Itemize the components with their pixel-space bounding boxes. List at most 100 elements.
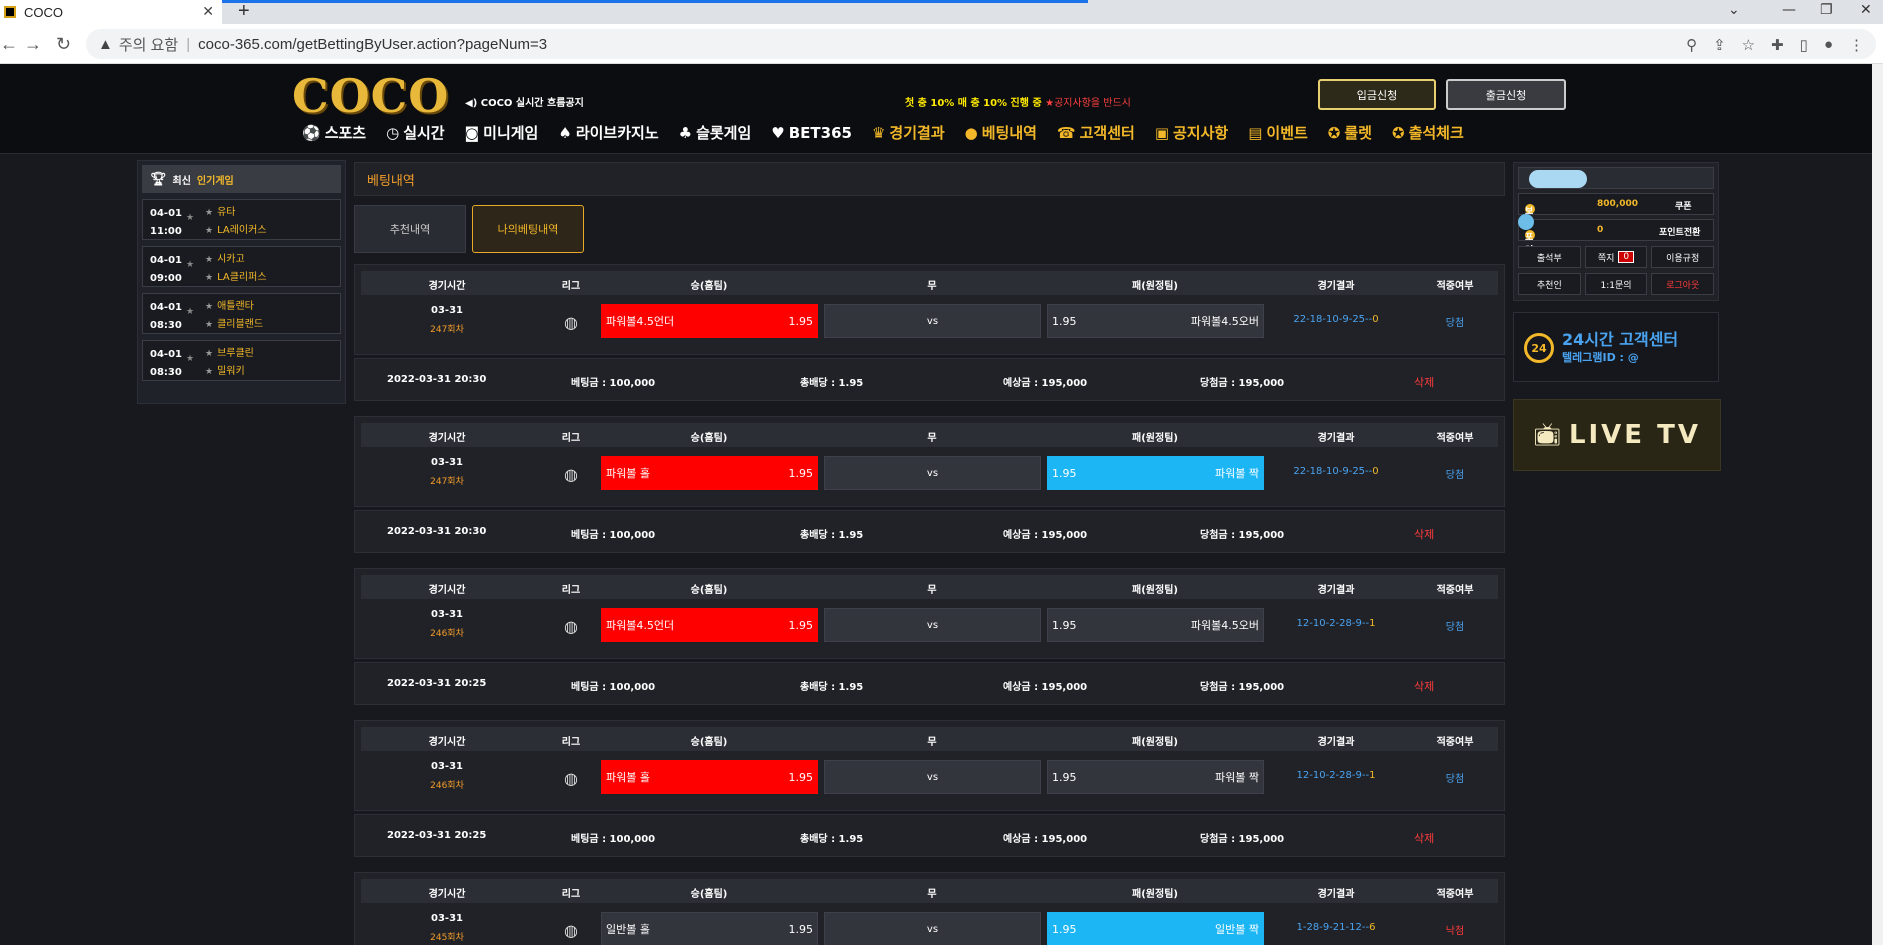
total-odds: 총배당 : 1.95	[800, 378, 864, 389]
expected-payout: 예상금 : 195,000	[1003, 682, 1088, 693]
game-round: 246회차	[430, 781, 464, 791]
restore-icon[interactable]: ❐	[1820, 2, 1833, 18]
away-pick-cell: 1.95 파워볼4.5오버	[1047, 304, 1264, 338]
tab-my-bets[interactable]: 나의베팅내역	[472, 205, 584, 253]
nav-item-6[interactable]: ♛ 경기결과	[872, 122, 945, 143]
money-value: 800,000	[1597, 199, 1638, 209]
nav-item-11[interactable]: ✪ 룰렛	[1328, 122, 1372, 143]
delete-button[interactable]: 삭제	[1414, 374, 1434, 390]
rules-button[interactable]: 이용규정	[1651, 246, 1715, 268]
bet-time: 2022-03-31 20:30	[387, 374, 487, 385]
customer-center-banner[interactable]: 24 24시간 고객센터 텔레그램ID : @	[1513, 312, 1719, 382]
point-convert-link[interactable]: 포인트전환	[1659, 225, 1700, 238]
nav-item-1[interactable]: ◷ 실시간	[386, 122, 445, 143]
status-badge: 낙첨	[1445, 926, 1465, 937]
menu-icon[interactable]: ⋮	[1849, 36, 1864, 54]
logout-button[interactable]: 로그아웃	[1651, 273, 1715, 295]
minimize-icon[interactable]: —	[1782, 2, 1796, 18]
popular-game-item[interactable]: 04-01 09:00 ★ ★ 시카고 ★ LA클리퍼스	[142, 246, 341, 287]
username-bar	[1518, 167, 1714, 189]
nav-label: 라이브카지노	[575, 124, 659, 142]
forward-icon[interactable]: →	[24, 34, 42, 55]
address-bar-row: ← → ↻ ▲ 주의 요함 | coco-365.com/getBettingB…	[0, 24, 1883, 64]
browser-tab[interactable]: COCO ✕	[0, 0, 222, 24]
bet-table: 경기시간 리그 승(홈팀) 무 패(원정팀) 경기결과 적중여부 03-31 247회차 ◍ 파워볼…	[354, 416, 1505, 507]
new-tab-button[interactable]: +	[238, 0, 250, 22]
bet-time: 2022-03-31 20:25	[387, 678, 487, 689]
tab-close-icon[interactable]: ✕	[202, 3, 214, 20]
favorite-star-icon[interactable]: ★	[186, 354, 194, 364]
nav-item-10[interactable]: ▤ 이벤트	[1248, 122, 1308, 143]
bet-table-header: 경기시간 리그 승(홈팀) 무 패(원정팀) 경기결과 적중여부	[361, 879, 1498, 903]
popular-games-panel: 🏆︎ 최신 인기게임 04-01 11:00 ★ ★ 유타 ★ LA레이커스 04-01 09:0…	[137, 160, 346, 404]
profile-icon[interactable]: ●	[1824, 36, 1833, 54]
nav-label: 룰렛	[1344, 124, 1372, 142]
nav-icon: ●	[964, 123, 978, 142]
draw-cell: vs	[824, 912, 1041, 945]
tab-recommend[interactable]: 추천내역	[354, 205, 466, 253]
favorite-star-icon[interactable]: ★	[186, 260, 194, 270]
security-warning-label[interactable]: 주의 요함	[119, 34, 178, 55]
main-nav: ⚽ 스포츠 ◷ 실시간 ◙ 미니게임 ♠ 라이브카지노 ♣ 슬롯게임 ♥ BET365 ♛ 경기결과 ● 베팅…	[302, 122, 1464, 143]
popular-game-item[interactable]: 04-01 11:00 ★ ★ 유타 ★ LA레이커스	[142, 199, 341, 240]
bookmark-star-icon[interactable]: ☆	[1742, 36, 1755, 54]
popular-game-item[interactable]: 04-01 08:30 ★ ★ 애틀랜타 ★ 클리블랜드	[142, 293, 341, 334]
delete-button[interactable]: 삭제	[1414, 526, 1434, 542]
favorite-star-icon[interactable]: ★	[186, 213, 194, 223]
table-row: 03-31 246회차 ◍ 파워볼 홀 1.95 vs 1.95 파워볼 짝 12-10-2-2…	[361, 755, 1498, 803]
close-window-icon[interactable]: ✕	[1860, 2, 1872, 18]
share-icon[interactable]: ⇪	[1713, 36, 1726, 54]
inquiry-button[interactable]: 1:1문의	[1584, 273, 1648, 295]
game-date: 03-31	[431, 457, 463, 468]
nav-icon: ▤	[1248, 123, 1263, 142]
back-icon[interactable]: ←	[0, 34, 18, 55]
deposit-button[interactable]: 입금신청	[1318, 79, 1436, 110]
attendance-button[interactable]: 출석부	[1518, 246, 1581, 268]
extensions-icon[interactable]: ✚	[1771, 36, 1784, 54]
bet-summary: 2022-03-31 20:30 베팅금 : 100,000 총배당 : 1.95 예…	[354, 358, 1505, 401]
draw-cell: vs	[824, 760, 1041, 794]
status-badge: 당첨	[1445, 774, 1465, 785]
nav-item-9[interactable]: ▣ 공지사항	[1155, 122, 1228, 143]
delete-button[interactable]: 삭제	[1414, 830, 1434, 846]
nav-item-3[interactable]: ♠ 라이브카지노	[558, 122, 658, 143]
nav-icon: ☎	[1056, 123, 1076, 142]
favorite-star-icon[interactable]: ★	[186, 307, 194, 317]
site-logo[interactable]: COCO	[292, 69, 449, 123]
page-title: 베팅내역	[354, 162, 1505, 196]
notes-button[interactable]: 쪽지 0	[1584, 246, 1648, 268]
expected-payout: 예상금 : 195,000	[1003, 378, 1088, 389]
coupon-link[interactable]: 쿠폰	[1675, 199, 1692, 212]
referrer-button[interactable]: 추천인	[1518, 273, 1581, 295]
nav-item-7[interactable]: ● 베팅내역	[965, 122, 1037, 143]
nav-item-5[interactable]: ♥ BET365	[771, 122, 852, 143]
url-text[interactable]: coco-365.com/getBettingByUser.action?pag…	[198, 36, 547, 53]
nav-icon: ♛	[871, 123, 886, 142]
nav-item-12[interactable]: ✪ 출석체크	[1392, 122, 1464, 143]
zoom-icon[interactable]: ⚲	[1686, 36, 1697, 54]
away-team: ★ 밀워키	[205, 366, 245, 377]
site-favicon-icon	[4, 6, 16, 18]
delete-button[interactable]: 삭제	[1414, 678, 1434, 694]
withdraw-button[interactable]: 출금신청	[1446, 79, 1566, 110]
reload-icon[interactable]: ↻	[56, 34, 71, 55]
total-odds: 총배당 : 1.95	[800, 530, 864, 541]
warning-icon[interactable]: ▲	[98, 36, 113, 53]
page-scrollbar[interactable]	[1872, 64, 1883, 945]
league-icon: ◍	[564, 769, 578, 788]
nav-item-0[interactable]: ⚽ 스포츠	[302, 122, 366, 143]
nav-item-4[interactable]: ♣ 슬롯게임	[679, 122, 752, 143]
nav-label: BET365	[788, 123, 852, 142]
nav-item-8[interactable]: ☎ 고객센터	[1057, 122, 1135, 143]
away-team: ★ LA레이커스	[205, 225, 267, 236]
sidepanel-icon[interactable]: ▯	[1800, 36, 1808, 54]
nav-label: 슬롯게임	[696, 124, 752, 142]
nav-label: 베팅내역	[981, 124, 1037, 142]
live-tv-banner[interactable]: 📺︎ LIVE TV	[1513, 399, 1721, 471]
nav-item-2[interactable]: ◙ 미니게임	[465, 122, 539, 143]
tab-search-icon[interactable]: ⌄	[1728, 2, 1740, 18]
url-field[interactable]: ▲ 주의 요함 | coco-365.com/getBettingByUser.…	[86, 29, 1876, 59]
clock-24-icon: 24	[1524, 333, 1554, 363]
table-row: 03-31 245회차 ◍ 일반볼 홀 1.95 vs 1.95 일반볼 짝 1-28-9-21…	[361, 907, 1498, 945]
popular-game-item[interactable]: 04-01 08:30 ★ ★ 브루클린 ★ 밀워키	[142, 340, 341, 381]
